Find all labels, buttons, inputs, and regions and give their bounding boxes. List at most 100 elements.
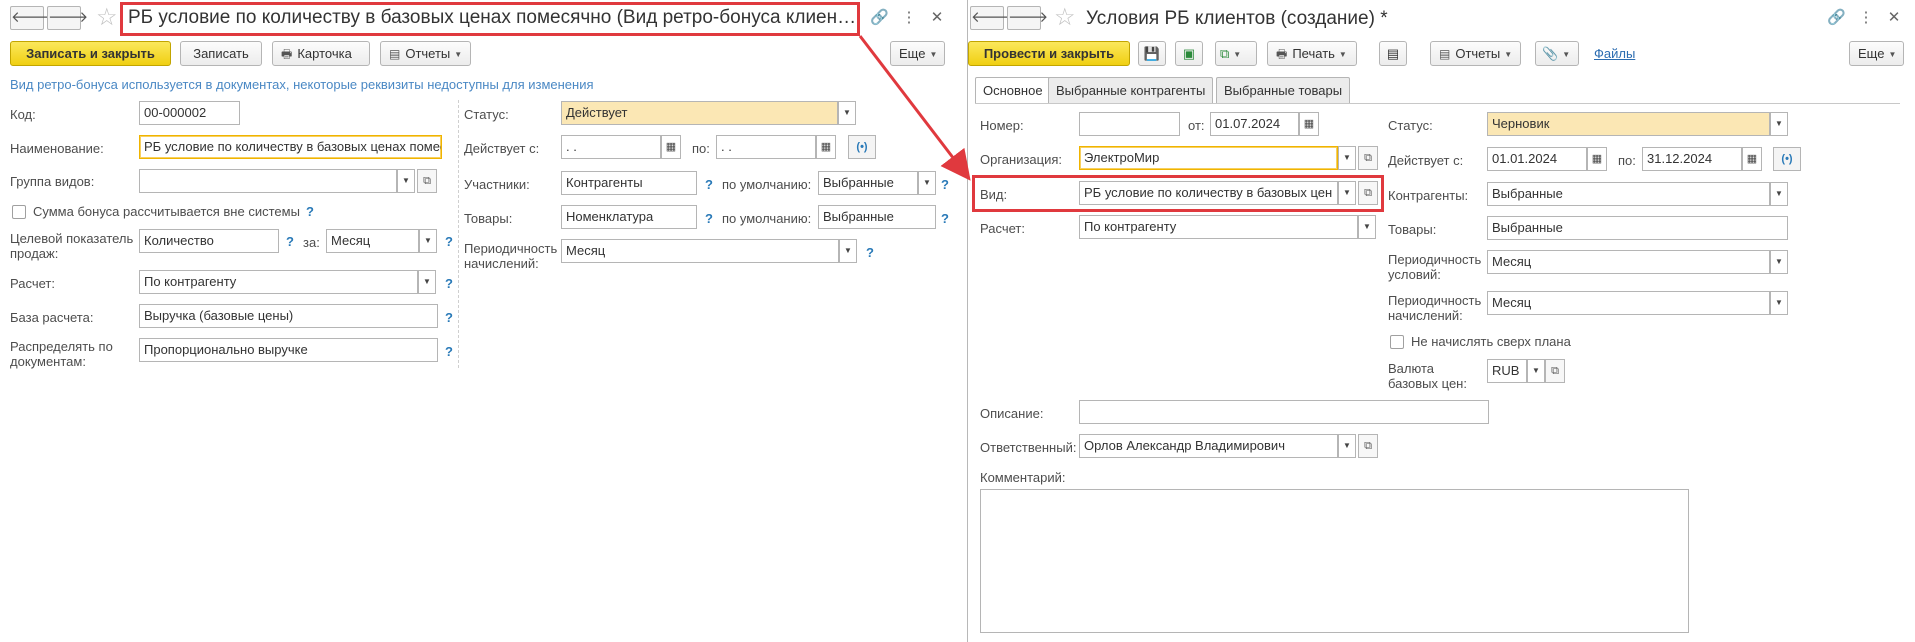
cond-period-dropdown-icon[interactable]: ▼	[1770, 250, 1788, 274]
save-icon[interactable]: 💾	[1138, 41, 1166, 66]
status-dropdown-icon[interactable]: ▼	[1770, 112, 1788, 136]
help-icon[interactable]: ?	[445, 234, 453, 249]
more-vert-icon[interactable]: ⋮	[900, 8, 918, 28]
post-and-close-button[interactable]: Провести и закрыть	[968, 41, 1130, 66]
target-field[interactable]: Количество	[139, 229, 279, 253]
reports-button[interactable]: ▤ Отчеты ▼	[380, 41, 471, 66]
create-based-on-button[interactable]: ⧉ ▼	[1215, 41, 1257, 66]
acc-period-field[interactable]: Месяц	[1487, 291, 1770, 315]
period-select-icon[interactable]: (•)	[1773, 147, 1801, 171]
link-icon[interactable]: 🔗	[870, 8, 889, 28]
post-icon[interactable]: ▣	[1175, 41, 1203, 66]
responsible-open-icon[interactable]: ⧉	[1358, 434, 1378, 458]
group-open-icon[interactable]: ⧉	[417, 169, 437, 193]
no-over-plan-checkbox[interactable]	[1390, 335, 1404, 349]
status-dropdown-icon[interactable]: ▼	[838, 101, 856, 125]
description-field[interactable]	[1079, 400, 1489, 424]
counterparties-field[interactable]: Выбранные	[1487, 182, 1770, 206]
print-button[interactable]: 🖶 Печать ▼	[1267, 41, 1357, 66]
close-icon[interactable]: ✕	[928, 8, 946, 28]
help-icon[interactable]: ?	[705, 177, 713, 192]
organization-field[interactable]: ЭлектроМир	[1079, 146, 1338, 170]
link-icon[interactable]: 🔗	[1827, 8, 1846, 28]
code-field[interactable]: 00-000002	[139, 101, 240, 125]
number-field[interactable]	[1079, 112, 1180, 136]
back-arrow-icon[interactable]: 🡐	[970, 6, 1011, 30]
participants-label: Участники:	[464, 177, 530, 192]
status-field[interactable]: Черновик	[1487, 112, 1770, 136]
valid-to-field[interactable]: . .	[716, 135, 816, 159]
goods-field[interactable]: Номенклатура	[561, 205, 697, 229]
currency-field[interactable]: RUB	[1487, 359, 1527, 383]
status-field[interactable]: Действует	[561, 101, 838, 125]
tab-selected-goods[interactable]: Выбранные товары	[1216, 77, 1351, 103]
currency-dropdown-icon[interactable]: ▼	[1527, 359, 1545, 383]
valid-from-field[interactable]: 01.01.2024	[1487, 147, 1587, 171]
per-dropdown-icon[interactable]: ▼	[419, 229, 437, 253]
tab-main[interactable]: Основное	[975, 77, 1051, 104]
responsible-field[interactable]: Орлов Александр Владимирович	[1079, 434, 1338, 458]
help-icon[interactable]: ?	[445, 276, 453, 291]
group-field[interactable]	[139, 169, 397, 193]
organization-open-icon[interactable]: ⧉	[1358, 146, 1378, 170]
help-icon[interactable]: ?	[866, 245, 874, 260]
calendar-icon[interactable]: ▦	[816, 135, 836, 159]
calendar-icon[interactable]: ▦	[1299, 112, 1319, 136]
help-icon[interactable]: ?	[445, 344, 453, 359]
more-button[interactable]: Еще ▼	[1849, 41, 1904, 66]
calendar-icon[interactable]: ▦	[1587, 147, 1607, 171]
calc-dropdown-icon[interactable]: ▼	[1358, 215, 1376, 239]
document-icon[interactable]: ▤	[1379, 41, 1407, 66]
distribute-field[interactable]: Пропорционально выручке	[139, 338, 438, 362]
counterparties-dropdown-icon[interactable]: ▼	[1770, 182, 1788, 206]
name-field[interactable]: РБ условие по количеству в базовых ценах…	[139, 135, 442, 159]
outside-system-checkbox[interactable]	[12, 205, 26, 219]
organization-dropdown-icon[interactable]: ▼	[1338, 146, 1356, 170]
close-icon[interactable]: ✕	[1885, 8, 1903, 28]
calc-dropdown-icon[interactable]: ▼	[418, 270, 436, 294]
save-and-close-button[interactable]: Записать и закрыть	[10, 41, 171, 66]
forward-arrow-icon[interactable]: 🡒	[1007, 6, 1048, 30]
forward-arrow-icon[interactable]: 🡒	[47, 6, 88, 30]
participants-field[interactable]: Контрагенты	[561, 171, 697, 195]
calc-field[interactable]: По контрагенту	[1079, 215, 1358, 239]
calendar-icon[interactable]: ▦	[661, 135, 681, 159]
help-icon[interactable]: ?	[705, 211, 713, 226]
comment-textarea[interactable]	[980, 489, 1689, 633]
help-icon[interactable]: ?	[941, 177, 949, 192]
responsible-dropdown-icon[interactable]: ▼	[1338, 434, 1356, 458]
goods-default-field[interactable]: Выбранные	[818, 205, 936, 229]
star-icon[interactable]: ☆	[96, 6, 118, 30]
acc-period-dropdown-icon[interactable]: ▼	[1770, 291, 1788, 315]
reports-button[interactable]: ▤ Отчеты ▼	[1430, 41, 1521, 66]
currency-open-icon[interactable]: ⧉	[1545, 359, 1565, 383]
help-icon[interactable]: ?	[286, 234, 294, 249]
files-link[interactable]: Файлы	[1594, 46, 1635, 61]
attach-button[interactable]: 📎 ▼	[1535, 41, 1579, 66]
save-button[interactable]: Записать	[180, 41, 262, 66]
date-field[interactable]: 01.07.2024	[1210, 112, 1299, 136]
more-button[interactable]: Еще ▼	[890, 41, 945, 66]
cond-period-field[interactable]: Месяц	[1487, 250, 1770, 274]
more-vert-icon[interactable]: ⋮	[1857, 8, 1875, 28]
valid-from-field[interactable]: . .	[561, 135, 661, 159]
participants-default-field[interactable]: Выбранные	[818, 171, 918, 195]
period-select-icon[interactable]: (•)	[848, 135, 876, 159]
period-dropdown-icon[interactable]: ▼	[839, 239, 857, 263]
card-button[interactable]: 🖶 Карточка	[272, 41, 370, 66]
help-icon[interactable]: ?	[445, 310, 453, 325]
group-dropdown-icon[interactable]: ▼	[397, 169, 415, 193]
help-icon[interactable]: ?	[306, 204, 314, 219]
goods-field[interactable]: Выбранные	[1487, 216, 1788, 240]
period-field[interactable]: Месяц	[561, 239, 839, 263]
participants-default-dropdown-icon[interactable]: ▼	[918, 171, 936, 195]
calendar-icon[interactable]: ▦	[1742, 147, 1762, 171]
star-icon[interactable]: ☆	[1054, 6, 1076, 30]
calc-field[interactable]: По контрагенту	[139, 270, 418, 294]
help-icon[interactable]: ?	[941, 211, 949, 226]
valid-to-field[interactable]: 31.12.2024	[1642, 147, 1742, 171]
per-field[interactable]: Месяц	[326, 229, 419, 253]
base-field[interactable]: Выручка (базовые цены)	[139, 304, 438, 328]
tab-selected-counterparties[interactable]: Выбранные контрагенты	[1048, 77, 1214, 103]
back-arrow-icon[interactable]: 🡐	[10, 6, 51, 30]
